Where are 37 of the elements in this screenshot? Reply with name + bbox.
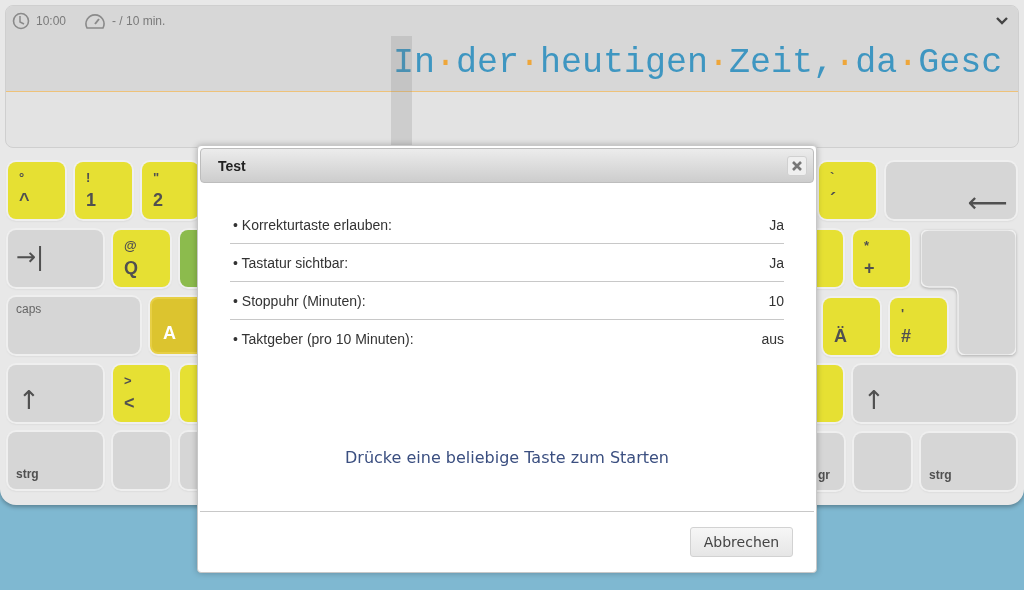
keyboard-key: ' # [890,297,947,355]
setting-value: Ja [769,216,784,233]
chevron-down-icon[interactable] [996,17,1008,25]
setting-label: • Stoppuhr (Minuten): [233,292,366,309]
blank-key [113,432,170,489]
keyboard-key: ` ´ [819,162,876,219]
blank-key [854,432,911,490]
close-button[interactable] [787,155,807,176]
keyboard-key: * + [853,229,910,287]
setting-value: Ja [769,254,784,271]
start-message: Drücke eine beliebige Taste zum Starten [345,448,669,467]
keyboard-key: @ Q [113,229,170,287]
close-icon [792,160,802,171]
dialog-title: Test [218,157,246,174]
speedometer-icon [84,12,107,30]
keyboard-key: Ä [823,297,880,355]
keyboard-key: > < [113,364,170,422]
clock-icon [12,12,30,30]
speed-text: - / 10 min. [112,14,166,28]
keyboard-key: caps [8,297,140,354]
setting-label: • Tastatur sichtbar: [233,254,349,271]
keyboard-key: ⟵ [886,162,1016,219]
setting-label: • Taktgeber (pro 10 Minuten): [233,330,414,347]
setting-value: 10 [768,292,784,309]
keyboard-key: ° ^ [8,162,65,219]
typing-text: In·der·heutigen·Zeit,·da·Gesc [392,42,1004,85]
setting-label: • Korrekturtaste erlauben: [233,216,392,233]
keyboard-key: ! 1 [75,162,132,219]
setting-value: aus [761,330,784,347]
keyboard-key: →| [8,229,103,287]
keyboard-key: " 2 [142,162,199,219]
keyboard-key: strg [8,432,103,489]
timer-text: 10:00 [36,14,67,28]
keyboard-key: strg [921,432,1016,490]
cancel-button[interactable]: Abbrechen [690,527,793,557]
keyboard-key: ↑ [8,364,103,422]
keyboard-key: ↑ [853,365,1016,422]
